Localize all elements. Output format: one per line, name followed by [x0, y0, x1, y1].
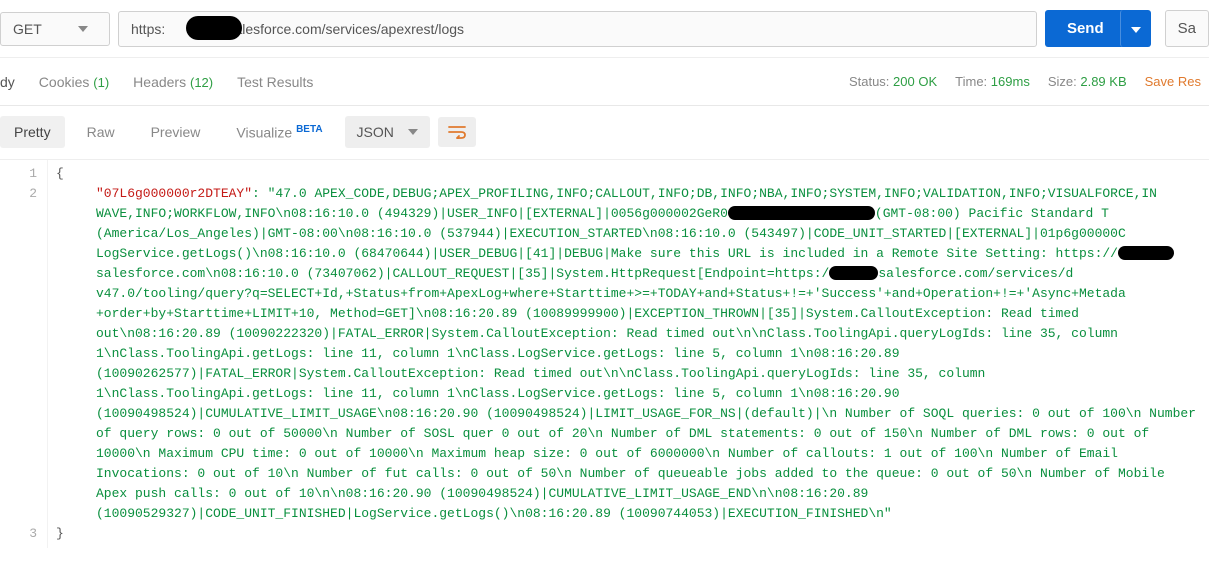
tab-cookies[interactable]: Cookies (1): [39, 60, 109, 104]
view-visualize-label: Visualize: [236, 125, 292, 141]
time-label: Time:: [955, 74, 987, 89]
tab-headers-label: Headers: [133, 74, 186, 90]
time-item: Time: 169ms: [955, 74, 1030, 89]
chevron-down-icon: [78, 26, 88, 32]
http-method-value: GET: [13, 21, 42, 37]
view-pretty-button[interactable]: Pretty: [0, 116, 65, 148]
chevron-down-icon: [408, 129, 418, 135]
code-content[interactable]: { "07L6g000000r2DTEAY": "47.0 APEX_CODE,…: [48, 160, 1209, 548]
body-format-select[interactable]: JSON: [345, 116, 430, 148]
code-line-2: "07L6g000000r2DTEAY": "47.0 APEX_CODE,DE…: [56, 184, 1201, 524]
line-gutter: 1 2 3: [0, 160, 48, 548]
tab-headers[interactable]: Headers (12): [133, 60, 213, 104]
status-value: 200 OK: [893, 74, 937, 89]
view-raw-button[interactable]: Raw: [73, 116, 129, 148]
status-item: Status: 200 OK: [849, 74, 937, 89]
http-method-select[interactable]: GET: [0, 12, 110, 46]
view-visualize-button[interactable]: Visualize BETA: [222, 116, 336, 149]
redaction-mark: [186, 16, 242, 40]
body-view-row: Pretty Raw Preview Visualize BETA JSON: [0, 106, 1209, 160]
size-label: Size:: [1048, 74, 1077, 89]
chevron-down-icon: [1131, 27, 1141, 33]
code-line-3: }: [56, 524, 1201, 544]
request-bar: GET Send Sa: [0, 0, 1209, 58]
response-tabs: dy Cookies (1) Headers (12) Test Results…: [0, 58, 1209, 106]
beta-badge: BETA: [296, 124, 322, 135]
save-button[interactable]: Sa: [1165, 10, 1209, 47]
tabs-left: dy Cookies (1) Headers (12) Test Results: [0, 60, 313, 104]
size-item: Size: 2.89 KB: [1048, 74, 1127, 89]
json-value: : "47.0 APEX_CODE,DEBUG;APEX_PROFILING,I…: [96, 186, 1196, 521]
send-dropdown-button[interactable]: [1120, 10, 1151, 47]
tab-cookies-label: Cookies: [39, 74, 90, 90]
size-value: 2.89 KB: [1080, 74, 1126, 89]
wrap-lines-button[interactable]: [438, 117, 476, 147]
tab-test-results[interactable]: Test Results: [237, 60, 313, 104]
send-button[interactable]: Send: [1045, 10, 1126, 47]
url-input[interactable]: [118, 11, 1037, 47]
response-body[interactable]: 1 2 3 { "07L6g000000r2DTEAY": "47.0 APEX…: [0, 160, 1209, 548]
code-line-1: {: [56, 164, 1201, 184]
tab-headers-count: (12): [190, 75, 213, 90]
body-format-value: JSON: [357, 124, 394, 140]
view-preview-button[interactable]: Preview: [137, 116, 215, 148]
send-button-group: Send: [1045, 10, 1151, 47]
tab-cookies-count: (1): [93, 75, 109, 90]
wrap-icon: [448, 125, 466, 139]
time-value: 169ms: [991, 74, 1030, 89]
tab-body[interactable]: dy: [0, 60, 15, 104]
status-label: Status:: [849, 74, 889, 89]
response-status-group: Status: 200 OK Time: 169ms Size: 2.89 KB…: [849, 74, 1209, 89]
save-response-button[interactable]: Save Res: [1145, 74, 1201, 89]
json-key: "07L6g000000r2DTEAY": [96, 186, 252, 201]
